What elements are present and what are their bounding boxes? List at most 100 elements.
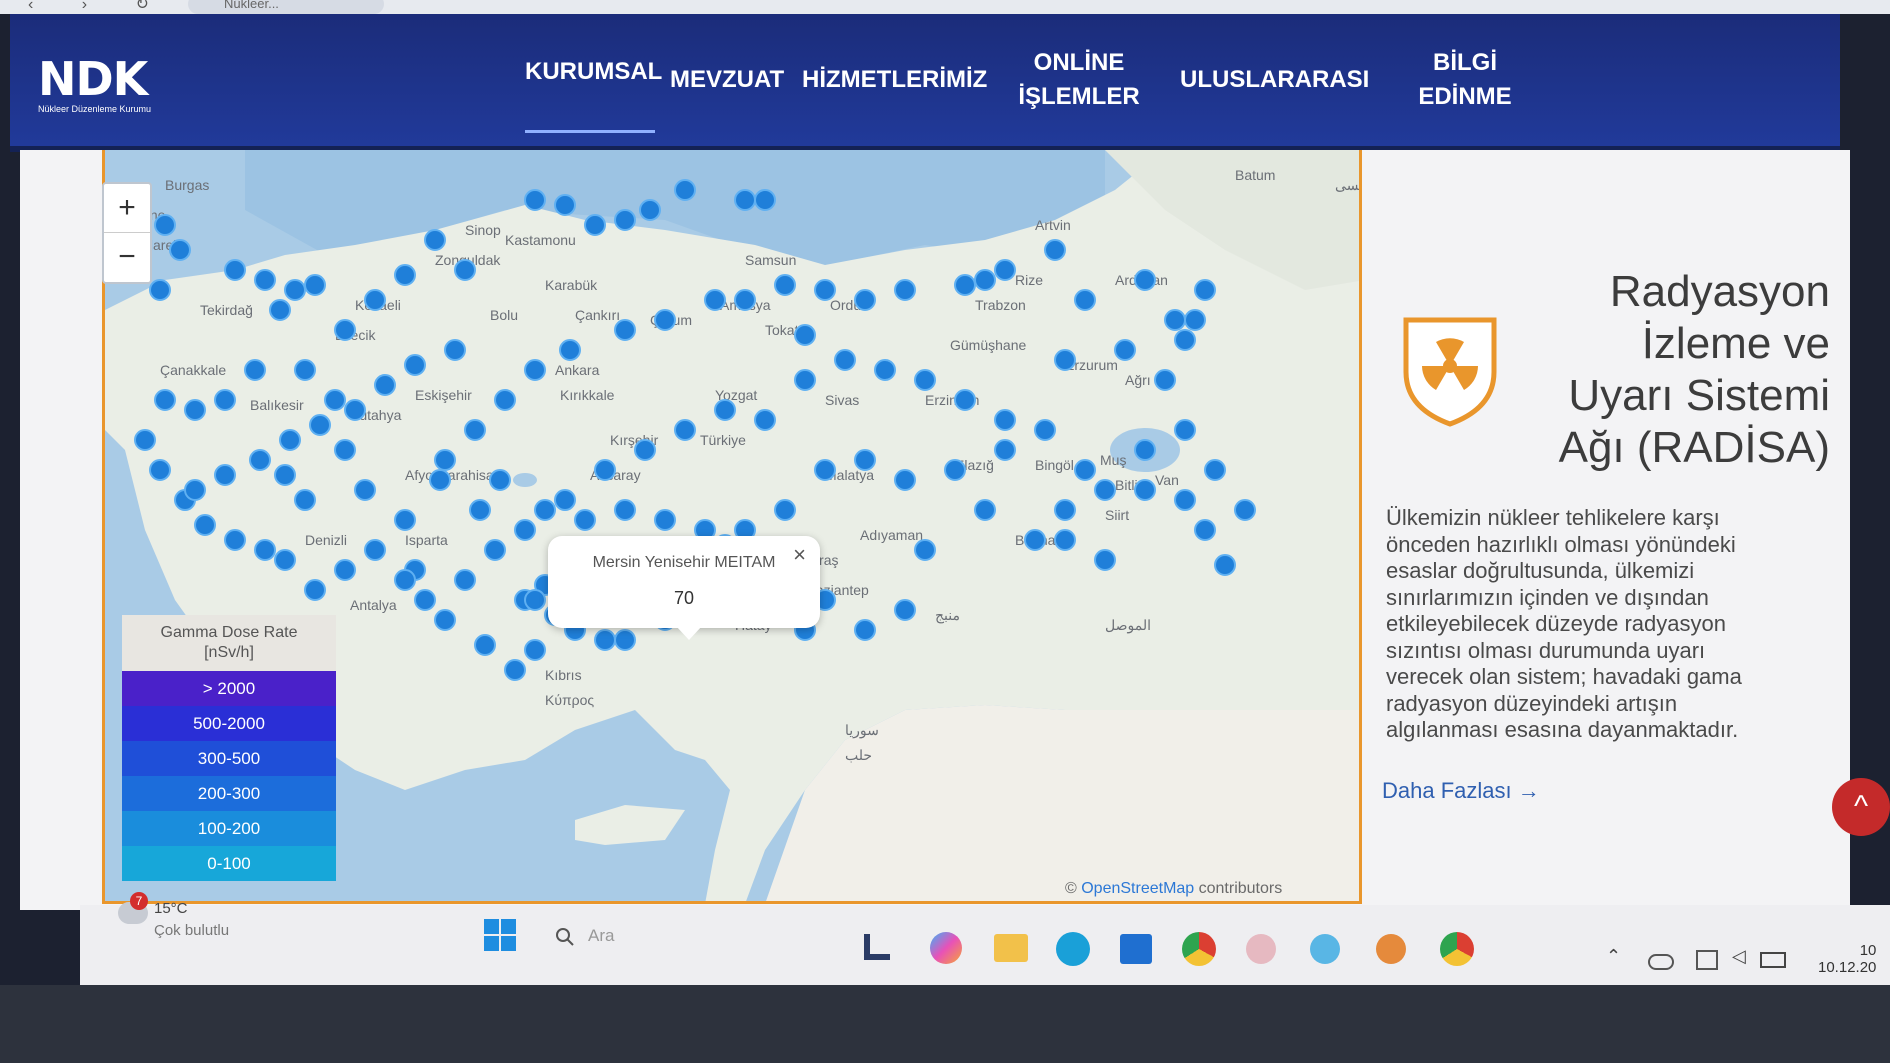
station-marker[interactable] (524, 639, 546, 661)
menu-hizmetlerimiz[interactable]: HİZMETLERİMİZ (802, 14, 987, 146)
clock[interactable]: 10 10.12.20 (1818, 942, 1876, 976)
station-marker[interactable] (504, 659, 526, 681)
station-marker[interactable] (1134, 479, 1156, 501)
station-marker[interactable] (464, 419, 486, 441)
station-marker[interactable] (754, 189, 776, 211)
station-marker[interactable] (514, 519, 536, 541)
station-marker[interactable] (594, 629, 616, 651)
station-marker[interactable] (554, 489, 576, 511)
station-marker[interactable] (184, 479, 206, 501)
station-marker[interactable] (224, 259, 246, 281)
station-marker[interactable] (914, 369, 936, 391)
station-marker[interactable] (674, 419, 696, 441)
station-marker[interactable] (1174, 329, 1196, 351)
station-marker[interactable] (874, 359, 896, 381)
station-marker[interactable] (429, 469, 451, 491)
station-marker[interactable] (154, 389, 176, 411)
windows-start-icon[interactable] (483, 918, 517, 952)
station-marker[interactable] (214, 464, 236, 486)
station-marker[interactable] (394, 569, 416, 591)
station-marker[interactable] (944, 459, 966, 481)
menu-kurumsal[interactable]: KURUMSAL (525, 14, 662, 133)
station-marker[interactable] (574, 509, 596, 531)
station-marker[interactable] (274, 549, 296, 571)
station-marker[interactable] (954, 274, 976, 296)
station-marker[interactable] (294, 359, 316, 381)
station-marker[interactable] (294, 489, 316, 511)
station-marker[interactable] (1094, 549, 1116, 571)
station-marker[interactable] (304, 579, 326, 601)
station-marker[interactable] (814, 279, 836, 301)
station-marker[interactable] (774, 499, 796, 521)
station-marker[interactable] (1054, 349, 1076, 371)
station-marker[interactable] (894, 279, 916, 301)
station-marker[interactable] (494, 389, 516, 411)
station-marker[interactable] (454, 259, 476, 281)
station-marker[interactable] (754, 409, 776, 431)
station-marker[interactable] (324, 389, 346, 411)
station-marker[interactable] (994, 439, 1016, 461)
station-marker[interactable] (1184, 309, 1206, 331)
station-marker[interactable] (374, 374, 396, 396)
station-marker[interactable] (854, 449, 876, 471)
edge-browser-icon[interactable] (1056, 932, 1090, 966)
onedrive-icon[interactable] (1648, 954, 1674, 970)
station-marker[interactable] (974, 499, 996, 521)
station-marker[interactable] (534, 499, 556, 521)
station-marker[interactable] (284, 279, 306, 301)
station-marker[interactable] (584, 214, 606, 236)
station-marker[interactable] (149, 279, 171, 301)
station-marker[interactable] (1094, 479, 1116, 501)
station-marker[interactable] (1074, 459, 1096, 481)
station-marker[interactable] (914, 539, 936, 561)
station-marker[interactable] (639, 199, 661, 221)
station-marker[interactable] (614, 499, 636, 521)
copilot-icon[interactable] (930, 932, 962, 964)
station-marker[interactable] (734, 289, 756, 311)
volume-icon[interactable]: ◁ (1732, 946, 1746, 967)
station-marker[interactable] (614, 629, 636, 651)
station-marker[interactable] (714, 399, 736, 421)
station-marker[interactable] (1134, 269, 1156, 291)
station-marker[interactable] (654, 309, 676, 331)
station-marker[interactable] (524, 359, 546, 381)
station-marker[interactable] (834, 349, 856, 371)
station-marker[interactable] (974, 269, 996, 291)
station-marker[interactable] (484, 539, 506, 561)
station-marker[interactable] (1174, 489, 1196, 511)
station-marker[interactable] (424, 229, 446, 251)
file-explorer-icon[interactable] (994, 934, 1028, 962)
popup-close-icon[interactable]: × (793, 542, 806, 568)
station-marker[interactable] (434, 609, 456, 631)
more-link[interactable]: Daha Fazlası → (1382, 778, 1540, 804)
station-marker[interactable] (1134, 439, 1156, 461)
station-marker[interactable] (614, 209, 636, 231)
station-marker[interactable] (454, 569, 476, 591)
station-marker[interactable] (994, 259, 1016, 281)
station-marker[interactable] (1054, 499, 1076, 521)
zoom-out-button[interactable]: − (104, 233, 150, 281)
station-marker[interactable] (489, 469, 511, 491)
app-icon[interactable] (1246, 934, 1276, 964)
chrome-profile-icon[interactable] (1440, 932, 1474, 966)
task-view-icon[interactable] (864, 934, 890, 960)
station-marker[interactable] (434, 449, 456, 471)
station-marker[interactable] (1114, 339, 1136, 361)
station-marker[interactable] (734, 189, 756, 211)
taskbar-search[interactable]: Ara (548, 920, 818, 954)
station-marker[interactable] (169, 239, 191, 261)
station-marker[interactable] (334, 439, 356, 461)
station-marker[interactable] (254, 269, 276, 291)
station-marker[interactable] (594, 459, 616, 481)
station-marker[interactable] (354, 479, 376, 501)
station-marker[interactable] (704, 289, 726, 311)
station-marker[interactable] (444, 339, 466, 361)
osm-link[interactable]: OpenStreetMap (1081, 880, 1194, 897)
station-marker[interactable] (184, 399, 206, 421)
menu-online-islemler[interactable]: ONLİNE İŞLEMLER (1014, 14, 1144, 146)
station-marker[interactable] (194, 514, 216, 536)
station-marker[interactable] (279, 429, 301, 451)
station-marker[interactable] (334, 559, 356, 581)
battery-icon[interactable] (1760, 952, 1786, 968)
address-bar[interactable]: Nükleer... (188, 0, 384, 14)
